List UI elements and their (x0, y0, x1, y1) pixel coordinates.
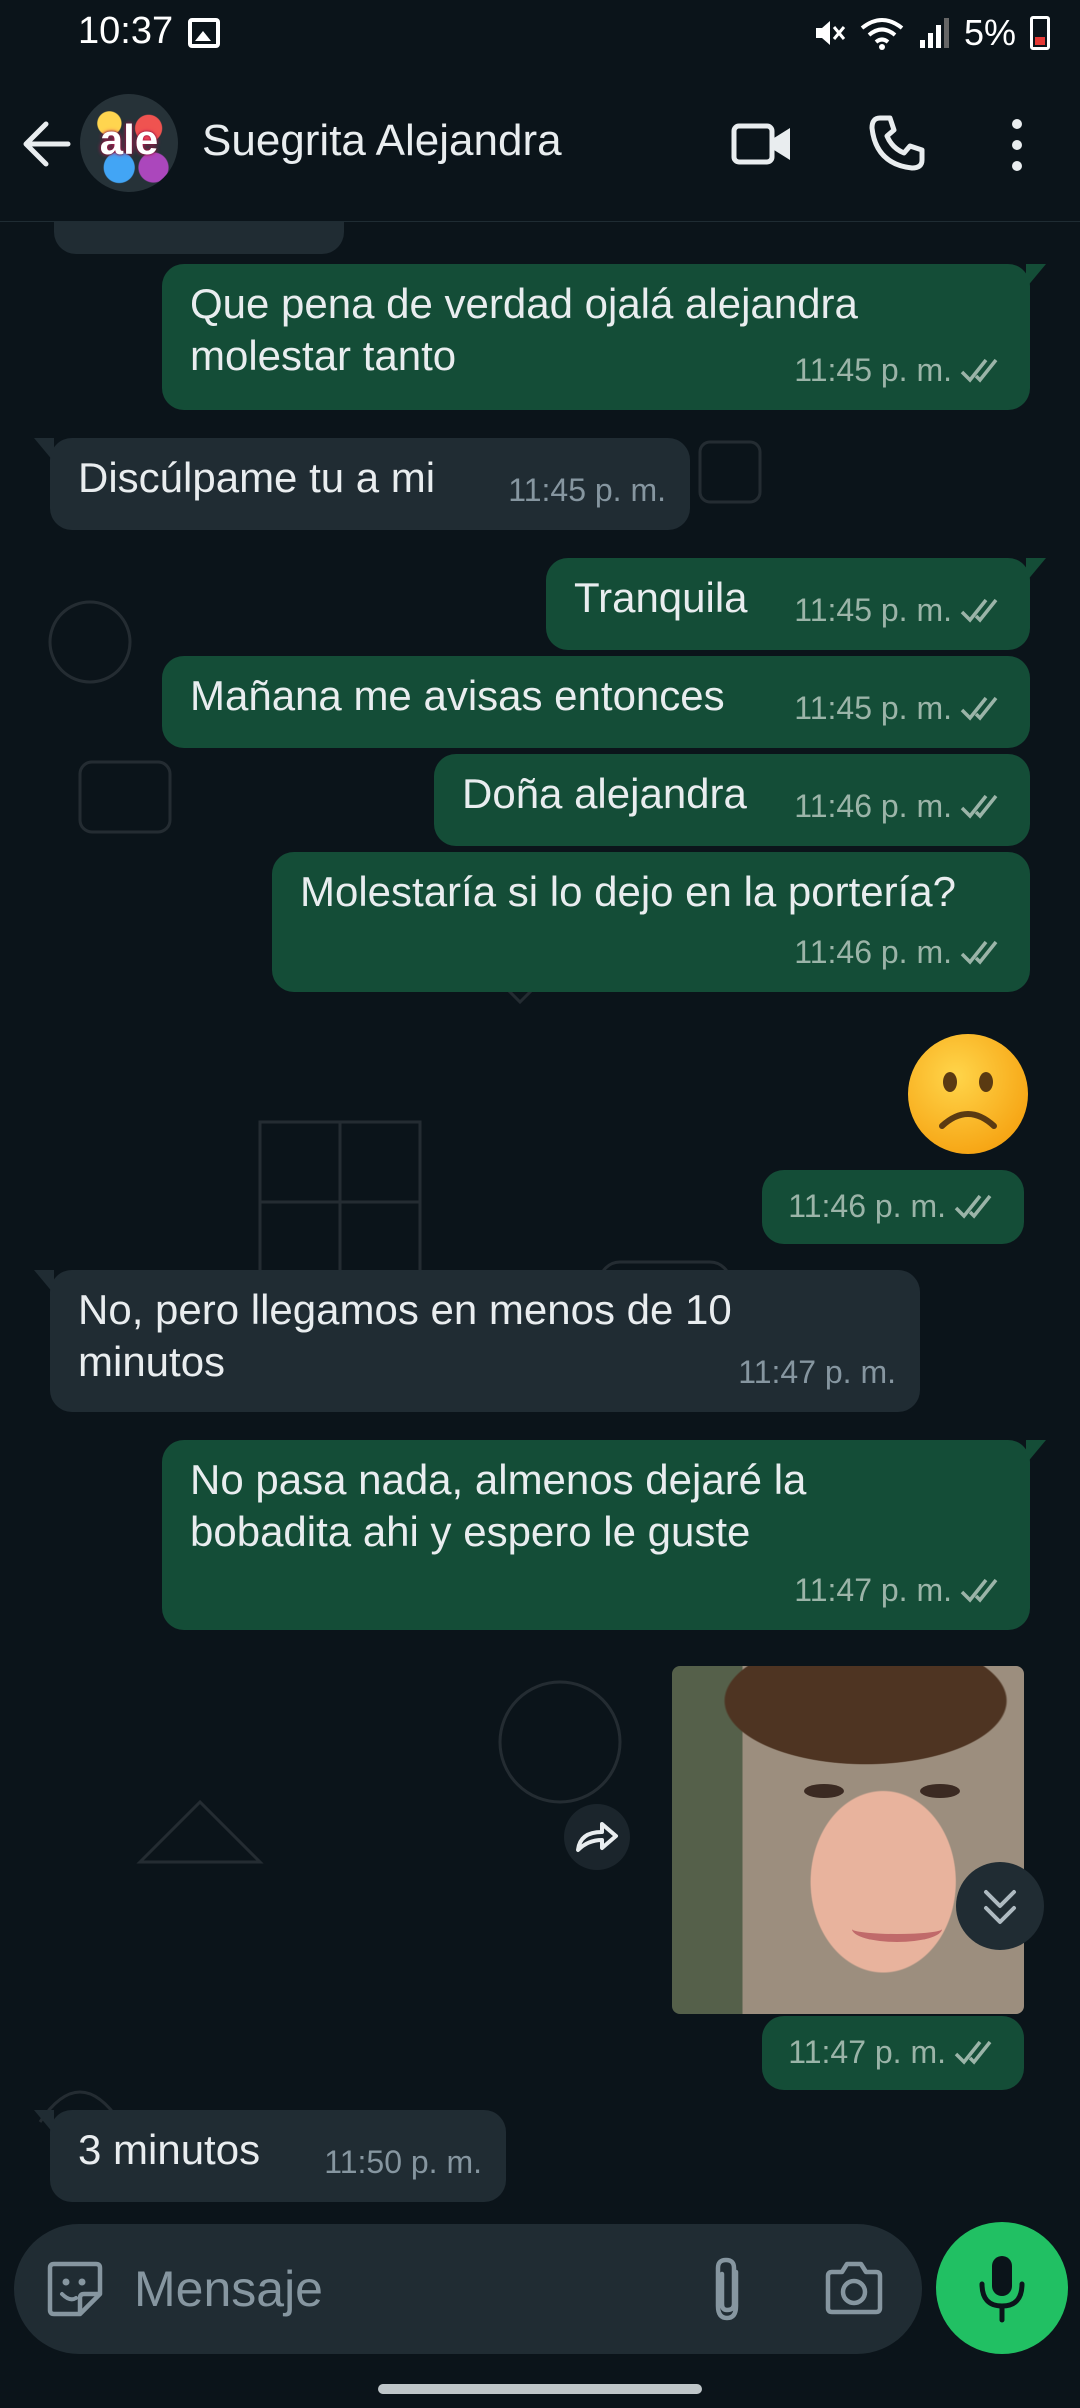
message-bubble-outgoing[interactable]: 11:46 p. m. (762, 1170, 1024, 1244)
read-ticks-icon (954, 2040, 992, 2065)
read-ticks-icon (960, 1578, 998, 1603)
message-text: Mañana me avisas entonces (190, 672, 725, 719)
message-meta: 11:45 p. m. (794, 682, 1006, 734)
message-meta: 11:47 p. m. (738, 1346, 896, 1398)
read-ticks-icon (960, 940, 998, 965)
message-composer (14, 2224, 922, 2354)
message-bubble-outgoing[interactable]: No pasa nada, almenos dejaré la bobadita… (162, 1440, 1046, 1630)
message-time: 11:50 p. m. (324, 2144, 482, 2180)
chat-header: ale Suegrita Alejandra (0, 72, 1080, 222)
avatar[interactable]: ale (80, 94, 178, 192)
wifi-icon (860, 18, 904, 50)
message-time: 11:45 p. m. (794, 690, 952, 726)
message-meta: 11:46 p. m. (788, 1180, 1000, 1232)
message-time: 11:45 p. m. (794, 592, 952, 628)
read-ticks-icon (960, 696, 998, 721)
read-ticks-icon (960, 794, 998, 819)
gesture-nav-handle[interactable] (378, 2384, 702, 2394)
message-meta: 11:47 p. m. (794, 1564, 1006, 1616)
battery-low-icon (1030, 16, 1050, 50)
message-time: 11:46 p. m. (794, 934, 952, 970)
message-text: Que pena de verdad ojalá alejandra (190, 280, 858, 327)
voice-call-icon[interactable] (866, 112, 928, 174)
message-time: 11:46 p. m. (794, 788, 952, 824)
status-bar: 10:37 5% (0, 0, 1080, 72)
message-meta: 11:47 p. m. (788, 2026, 1000, 2078)
forward-icon[interactable] (564, 1804, 630, 1870)
message-bubble-incoming[interactable]: No, pero llegamos en menos de 10 minutos… (34, 1270, 920, 1412)
mute-icon (815, 21, 846, 45)
message-text: Discúlpame tu a mi (78, 454, 436, 501)
attach-icon[interactable] (702, 2254, 752, 2326)
message-meta: 11:50 p. m. (324, 2136, 482, 2188)
avatar-text: ale (99, 116, 159, 163)
message-meta: 11:45 p. m. (794, 584, 1006, 636)
scroll-to-bottom-button[interactable] (956, 1862, 1044, 1950)
message-bubble-outgoing[interactable]: Que pena de verdad ojalá alejandra moles… (162, 264, 1046, 410)
message-time: 11:47 p. m. (788, 2034, 946, 2070)
sad-face-emoji-icon[interactable] (906, 1032, 1030, 1156)
read-ticks-icon (954, 1194, 992, 1219)
message-bubble-outgoing[interactable]: Mañana me avisas entonces 11:45 p. m. (162, 656, 1030, 748)
message-meta: 11:45 p. m. (508, 464, 666, 516)
contact-name[interactable]: Suegrita Alejandra (202, 116, 562, 166)
photo-icon (188, 18, 220, 48)
message-text: No pasa nada, almenos dejaré la (190, 1456, 807, 1503)
status-icons: 5% (812, 10, 1050, 56)
mic-icon (979, 2256, 1025, 2323)
voice-message-button[interactable] (936, 2222, 1068, 2354)
message-text: Doña alejandra (462, 770, 747, 817)
signal-icon (919, 18, 949, 48)
read-ticks-icon (960, 358, 998, 383)
message-time: 11:46 p. m. (788, 1188, 946, 1224)
message-text: bobadita ahi y espero le guste (190, 1508, 751, 1555)
video-call-icon[interactable] (730, 114, 794, 174)
message-bubble-outgoing[interactable]: Molestaría si lo dejo en la portería? 11… (272, 852, 1030, 992)
message-text: Tranquila (574, 574, 748, 621)
back-arrow-icon[interactable] (18, 112, 74, 176)
status-time: 10:37 (78, 10, 174, 52)
message-bubble-incoming[interactable]: 3 minutos 11:50 p. m. (34, 2110, 506, 2202)
message-text: Molestaría si lo dejo en la portería? (300, 868, 957, 915)
photo-message[interactable] (672, 1666, 1024, 2014)
read-ticks-icon (960, 598, 998, 623)
message-bubble-outgoing[interactable]: Doña alejandra 11:46 p. m. (434, 754, 1030, 846)
message-meta: 11:45 p. m. (794, 344, 1006, 396)
message-time: 11:45 p. m. (794, 352, 952, 388)
message-text: No, pero llegamos en menos de 10 (78, 1286, 732, 1333)
message-bubble-partial (54, 222, 344, 254)
chevron-double-down-icon (984, 1890, 1016, 1924)
message-text: molestar tanto (190, 332, 457, 379)
sticker-icon[interactable] (44, 2258, 106, 2320)
message-input[interactable] (134, 2252, 694, 2326)
message-time: 11:47 p. m. (738, 1354, 896, 1390)
more-options-icon[interactable] (1000, 112, 1034, 178)
message-time: 11:47 p. m. (794, 1572, 952, 1608)
message-bubble-incoming[interactable]: Discúlpame tu a mi 11:45 p. m. (34, 438, 690, 530)
message-meta: 11:46 p. m. (794, 780, 1006, 832)
message-bubble-outgoing[interactable]: 11:47 p. m. (762, 2016, 1024, 2090)
chat-messages[interactable]: Que pena de verdad ojalá alejandra moles… (0, 222, 1080, 2216)
camera-icon[interactable] (822, 2258, 886, 2320)
message-bubble-outgoing[interactable]: Tranquila 11:45 p. m. (546, 558, 1046, 650)
message-text: minutos (78, 1338, 226, 1385)
message-text: 3 minutos (78, 2126, 261, 2173)
message-time: 11:45 p. m. (508, 472, 666, 508)
message-meta: 11:46 p. m. (794, 926, 1006, 978)
battery-percentage: 5% (963, 12, 1016, 53)
